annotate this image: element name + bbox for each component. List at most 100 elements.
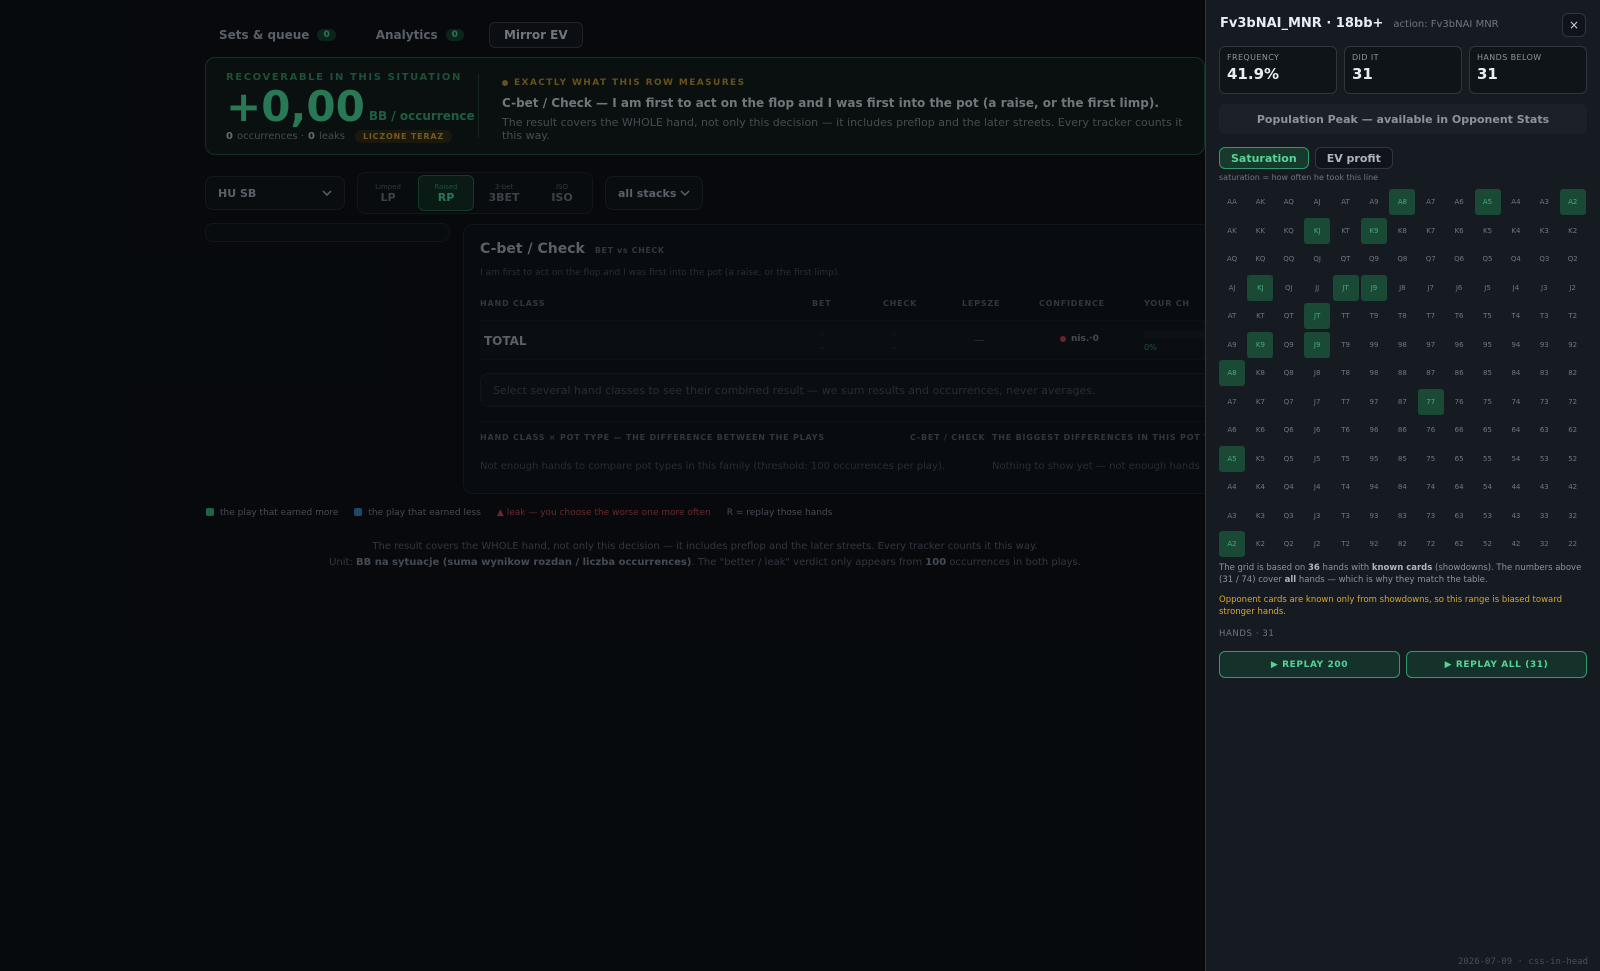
hand-cell[interactable]: Q6 xyxy=(1275,417,1302,443)
hand-cell[interactable]: 32 xyxy=(1531,531,1558,557)
hand-cell[interactable]: T6 xyxy=(1332,417,1359,443)
hand-cell[interactable]: T7 xyxy=(1332,388,1359,415)
hand-cell[interactable]: J9 xyxy=(1360,274,1387,301)
hand-cell[interactable]: 53 xyxy=(1531,445,1558,472)
hand-cell[interactable]: J7 xyxy=(1417,274,1444,301)
hand-cell[interactable]: 95 xyxy=(1360,445,1387,472)
hand-cell[interactable]: 85 xyxy=(1389,445,1416,472)
hand-cell[interactable]: 74 xyxy=(1502,388,1529,415)
hand-cell[interactable]: 77 xyxy=(1417,388,1444,415)
hand-cell[interactable]: K6 xyxy=(1446,217,1473,244)
hand-cell[interactable]: T9 xyxy=(1332,331,1359,358)
hand-cell[interactable]: Q6 xyxy=(1446,246,1473,272)
hand-cell[interactable]: 95 xyxy=(1474,331,1501,358)
hand-cell[interactable]: K5 xyxy=(1247,445,1274,472)
hand-cell[interactable]: Q2 xyxy=(1559,246,1586,272)
hand-cell[interactable]: J2 xyxy=(1559,274,1586,301)
hand-cell[interactable]: 64 xyxy=(1446,474,1473,500)
hand-cell[interactable]: QJ xyxy=(1275,274,1302,301)
hand-cell[interactable]: 93 xyxy=(1531,331,1558,358)
hand-cell[interactable]: A7 xyxy=(1417,189,1444,215)
hand-cell[interactable]: Q8 xyxy=(1275,360,1302,386)
hand-cell[interactable]: 62 xyxy=(1446,531,1473,557)
hand-cell[interactable]: 76 xyxy=(1417,417,1444,443)
hand-cell[interactable]: 94 xyxy=(1502,331,1529,358)
hand-cell[interactable]: AJ xyxy=(1219,274,1245,301)
hand-cell[interactable]: T8 xyxy=(1332,360,1359,386)
hand-cell[interactable]: J6 xyxy=(1304,417,1331,443)
hand-cell[interactable]: 86 xyxy=(1389,417,1416,443)
hand-cell[interactable]: 63 xyxy=(1531,417,1558,443)
hand-cell[interactable]: 42 xyxy=(1502,531,1529,557)
hand-cell[interactable]: 43 xyxy=(1531,474,1558,500)
hand-cell[interactable]: 22 xyxy=(1559,531,1586,557)
hand-cell[interactable]: J3 xyxy=(1304,502,1331,529)
hand-cell[interactable]: K9 xyxy=(1360,217,1387,244)
hand-cell[interactable]: 44 xyxy=(1502,474,1529,500)
replay-200-button[interactable]: ▶ REPLAY 200 xyxy=(1219,651,1400,678)
hand-cell[interactable]: T4 xyxy=(1502,303,1529,329)
hand-cell[interactable]: Q9 xyxy=(1275,331,1302,358)
hand-cell[interactable]: A9 xyxy=(1360,189,1387,215)
hand-cell[interactable]: A8 xyxy=(1219,360,1245,386)
hand-cell[interactable]: 97 xyxy=(1360,388,1387,415)
hand-cell[interactable]: T3 xyxy=(1332,502,1359,529)
hand-cell[interactable]: 92 xyxy=(1360,531,1387,557)
hand-cell[interactable]: A3 xyxy=(1531,189,1558,215)
hand-cell[interactable]: 62 xyxy=(1559,417,1586,443)
hand-cell[interactable]: 94 xyxy=(1360,474,1387,500)
hand-cell[interactable]: A9 xyxy=(1219,331,1245,358)
hand-cell[interactable]: K2 xyxy=(1559,217,1586,244)
hand-cell[interactable]: KQ xyxy=(1275,217,1302,244)
hand-cell[interactable]: J2 xyxy=(1304,531,1331,557)
hand-cell[interactable]: 33 xyxy=(1531,502,1558,529)
hand-cell[interactable]: 53 xyxy=(1474,502,1501,529)
hand-cell[interactable]: 32 xyxy=(1559,502,1586,529)
hand-cell[interactable]: J3 xyxy=(1531,274,1558,301)
modal-backdrop[interactable] xyxy=(0,0,1205,971)
hand-cell[interactable]: A4 xyxy=(1502,189,1529,215)
hand-cell[interactable]: 84 xyxy=(1502,360,1529,386)
hand-cell[interactable]: K3 xyxy=(1247,502,1274,529)
hand-cell[interactable]: 96 xyxy=(1360,417,1387,443)
hand-cell[interactable]: AK xyxy=(1219,217,1245,244)
hand-cell[interactable]: KQ xyxy=(1247,246,1274,272)
hand-cell[interactable]: A2 xyxy=(1559,189,1586,215)
hand-cell[interactable]: T3 xyxy=(1531,303,1558,329)
hand-cell[interactable]: KT xyxy=(1332,217,1359,244)
hand-cell[interactable]: A5 xyxy=(1474,189,1501,215)
hand-cell[interactable]: T8 xyxy=(1389,303,1416,329)
hand-cell[interactable]: 43 xyxy=(1502,502,1529,529)
hand-cell[interactable]: AQ xyxy=(1219,246,1245,272)
hand-cell[interactable]: JT xyxy=(1304,303,1331,329)
hand-cell[interactable]: 96 xyxy=(1446,331,1473,358)
mode-ev-profit[interactable]: EV profit xyxy=(1314,147,1393,169)
hand-cell[interactable]: AA xyxy=(1219,189,1245,215)
hand-cell[interactable]: Q9 xyxy=(1360,246,1387,272)
hand-cell[interactable]: 86 xyxy=(1446,360,1473,386)
hand-cell[interactable]: Q5 xyxy=(1474,246,1501,272)
hand-cell[interactable]: Q7 xyxy=(1275,388,1302,415)
hand-cell[interactable]: 87 xyxy=(1389,388,1416,415)
hand-cell[interactable]: A8 xyxy=(1389,189,1416,215)
hand-cell[interactable]: KK xyxy=(1247,217,1274,244)
hand-cell[interactable]: 85 xyxy=(1474,360,1501,386)
hand-cell[interactable]: QT xyxy=(1275,303,1302,329)
hand-cell[interactable]: 54 xyxy=(1502,445,1529,472)
hand-cell[interactable]: 54 xyxy=(1474,474,1501,500)
hand-cell[interactable]: K8 xyxy=(1247,360,1274,386)
hand-cell[interactable]: A7 xyxy=(1219,388,1245,415)
hand-cell[interactable]: J9 xyxy=(1304,331,1331,358)
hand-cell[interactable]: J6 xyxy=(1446,274,1473,301)
hand-cell[interactable]: Q4 xyxy=(1275,474,1302,500)
hand-cell[interactable]: K4 xyxy=(1247,474,1274,500)
hand-cell[interactable]: T9 xyxy=(1360,303,1387,329)
hand-cell[interactable]: K3 xyxy=(1531,217,1558,244)
hand-cell[interactable]: K9 xyxy=(1247,331,1274,358)
hand-cell[interactable]: 83 xyxy=(1531,360,1558,386)
hand-cell[interactable]: A2 xyxy=(1219,531,1245,557)
hand-cell[interactable]: 93 xyxy=(1360,502,1387,529)
hand-cell[interactable]: 74 xyxy=(1417,474,1444,500)
hand-cell[interactable]: 66 xyxy=(1446,417,1473,443)
hand-cell[interactable]: KJ xyxy=(1247,274,1274,301)
